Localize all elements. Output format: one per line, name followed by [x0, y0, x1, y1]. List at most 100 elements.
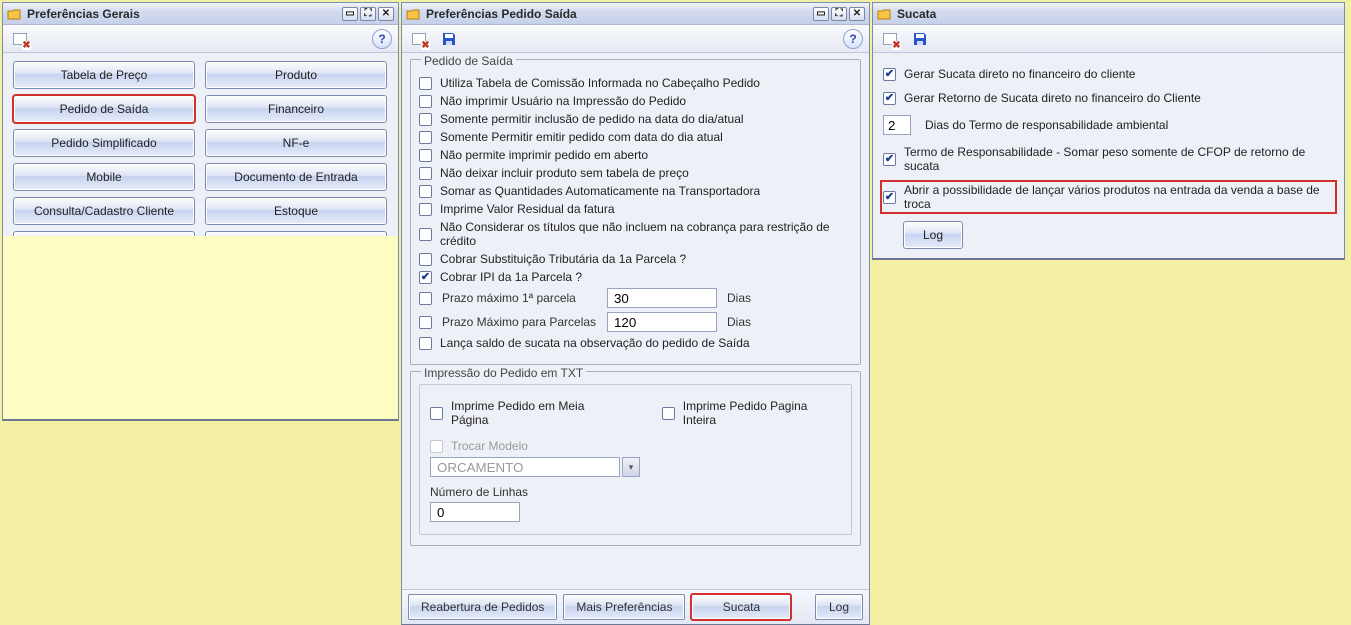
label: Somar as Quantidades Automaticamente na … [440, 184, 760, 198]
chevron-down-icon [622, 457, 640, 477]
clear-icon[interactable] [879, 28, 901, 50]
checkbox[interactable] [419, 292, 432, 305]
checkbox[interactable] [430, 407, 443, 420]
label: Cobrar Substituição Tributária da 1a Par… [440, 252, 686, 266]
label: Gerar Sucata direto no financeiro do cli… [904, 67, 1135, 81]
toolbar: ? [402, 25, 869, 53]
window-title: Sucata [897, 7, 936, 21]
tab-button[interactable]: Sucata [691, 594, 791, 620]
pref-button[interactable]: NF-e [205, 129, 387, 157]
maximize-icon[interactable]: ⛶ [831, 7, 847, 21]
label: Somente permitir inclusão de pedido na d… [440, 112, 744, 126]
legend: Pedido de Saída [421, 54, 516, 68]
checkbox[interactable] [419, 337, 432, 350]
checkbox[interactable] [419, 228, 432, 241]
prazo1-input[interactable] [607, 288, 717, 308]
checkbox[interactable] [419, 95, 432, 108]
help-icon[interactable]: ? [372, 29, 392, 49]
checkbox-disabled [430, 440, 443, 453]
clear-icon[interactable] [9, 28, 31, 50]
checkbox[interactable] [419, 203, 432, 216]
label: Somente Permitir emitir pedido com data … [440, 130, 723, 144]
label: Abrir a possibilidade de lançar vários p… [904, 183, 1334, 211]
tab-button[interactable]: Log [815, 594, 863, 620]
suffix: Dias [727, 315, 751, 329]
checkbox[interactable] [419, 77, 432, 90]
num-linhas-input[interactable] [430, 502, 520, 522]
label: Não deixar incluir produto sem tabela de… [440, 166, 689, 180]
label: Não Considerar os títulos que não inclue… [440, 220, 852, 248]
close-icon[interactable]: ✕ [849, 7, 865, 21]
pref-button[interactable]: Tabela de Preço [13, 61, 195, 89]
log-button[interactable]: Log [903, 221, 963, 249]
checkbox[interactable] [419, 149, 432, 162]
suffix: Dias [727, 291, 751, 305]
label: Dias do Termo de responsabilidade ambien… [925, 118, 1168, 132]
window-pref-pedido-saida: Preferências Pedido Saída ▭ ⛶ ✕ ? Pedido… [401, 2, 870, 625]
pref-button[interactable]: Produto [205, 61, 387, 89]
pref-button[interactable]: Pedido de Saída [13, 95, 195, 123]
tab-button[interactable]: Reabertura de Pedidos [408, 594, 557, 620]
panel-body: Pedido de Saída Utiliza Tabela de Comiss… [402, 53, 869, 589]
label: Imprime Pedido Pagina Inteira [683, 399, 841, 427]
help-icon[interactable]: ? [843, 29, 863, 49]
window-title: Preferências Pedido Saída [426, 7, 577, 21]
fieldset-pedido-saida: Pedido de Saída Utiliza Tabela de Comiss… [410, 59, 861, 365]
label: Lança saldo de sucata na observação do p… [440, 336, 750, 350]
pref-button[interactable]: Consulta/Cadastro Cliente [13, 197, 195, 225]
pref-button[interactable]: Mobile [13, 163, 195, 191]
toolbar: ? [3, 25, 398, 53]
num-input[interactable] [883, 115, 911, 135]
label: Prazo Máximo para Parcelas [442, 315, 597, 329]
prazo2-input[interactable] [607, 312, 717, 332]
checkbox[interactable] [662, 407, 675, 420]
checkbox[interactable] [883, 153, 896, 166]
label: Não imprimir Usuário na Impressão do Ped… [440, 94, 686, 108]
toolbar [873, 25, 1344, 53]
pref-button[interactable]: Estoque [205, 197, 387, 225]
window-title-bar: Preferências Pedido Saída ▭ ⛶ ✕ [402, 3, 869, 25]
label: Trocar Modelo [451, 439, 528, 453]
tab-button[interactable]: Mais Preferências [563, 594, 685, 620]
window-title-bar: Preferências Gerais ▭ ⛶ ✕ [3, 3, 398, 25]
checkbox[interactable] [419, 271, 432, 284]
save-icon[interactable] [438, 28, 460, 50]
modelo-dropdown [430, 457, 620, 477]
legend: Impressão do Pedido em TXT [421, 366, 586, 380]
checkbox[interactable] [419, 253, 432, 266]
panel-body: Gerar Sucata direto no financeiro do cli… [873, 53, 1344, 258]
checkbox[interactable] [419, 185, 432, 198]
bottom-tabs: Reabertura de PedidosMais PreferênciasSu… [402, 589, 869, 624]
minimize-icon[interactable]: ▭ [342, 7, 358, 21]
checkbox[interactable] [883, 191, 896, 204]
pref-button[interactable]: Financeiro [205, 95, 387, 123]
checkbox[interactable] [883, 68, 896, 81]
panel-body: Tabela de Preço Produto Pedido de Saída Fin… [3, 53, 398, 236]
window-title-bar: Sucata [873, 3, 1344, 25]
pref-button[interactable]: Pedido Simplificado [13, 129, 195, 157]
label: Gerar Retorno de Sucata direto no financ… [904, 91, 1201, 105]
fieldset-impressao-txt: Impressão do Pedido em TXT Imprime Pedid… [410, 371, 861, 546]
label: Imprime Pedido em Meia Página [451, 399, 622, 427]
checkbox[interactable] [419, 113, 432, 126]
label: Termo de Responsabilidade - Somar peso s… [904, 145, 1334, 173]
checkbox[interactable] [883, 92, 896, 105]
close-icon[interactable]: ✕ [378, 7, 394, 21]
clear-icon[interactable] [408, 28, 430, 50]
save-icon[interactable] [909, 28, 931, 50]
checkbox[interactable] [419, 131, 432, 144]
label: Utiliza Tabela de Comissão Informada no … [440, 76, 760, 90]
label: Cobrar IPI da 1a Parcela ? [440, 270, 582, 284]
window-preferencias-gerais: Preferências Gerais ▭ ⛶ ✕ ? Tabela de Pr… [2, 2, 399, 421]
label: Prazo máximo 1ª parcela [442, 291, 597, 305]
folder-icon [877, 8, 891, 20]
checkbox[interactable] [419, 316, 432, 329]
folder-icon [406, 8, 420, 20]
pref-button[interactable]: Documento de Entrada [205, 163, 387, 191]
empty-area [3, 236, 398, 419]
minimize-icon[interactable]: ▭ [813, 7, 829, 21]
label: Imprime Valor Residual da fatura [440, 202, 615, 216]
folder-icon [7, 8, 21, 20]
maximize-icon[interactable]: ⛶ [360, 7, 376, 21]
checkbox[interactable] [419, 167, 432, 180]
